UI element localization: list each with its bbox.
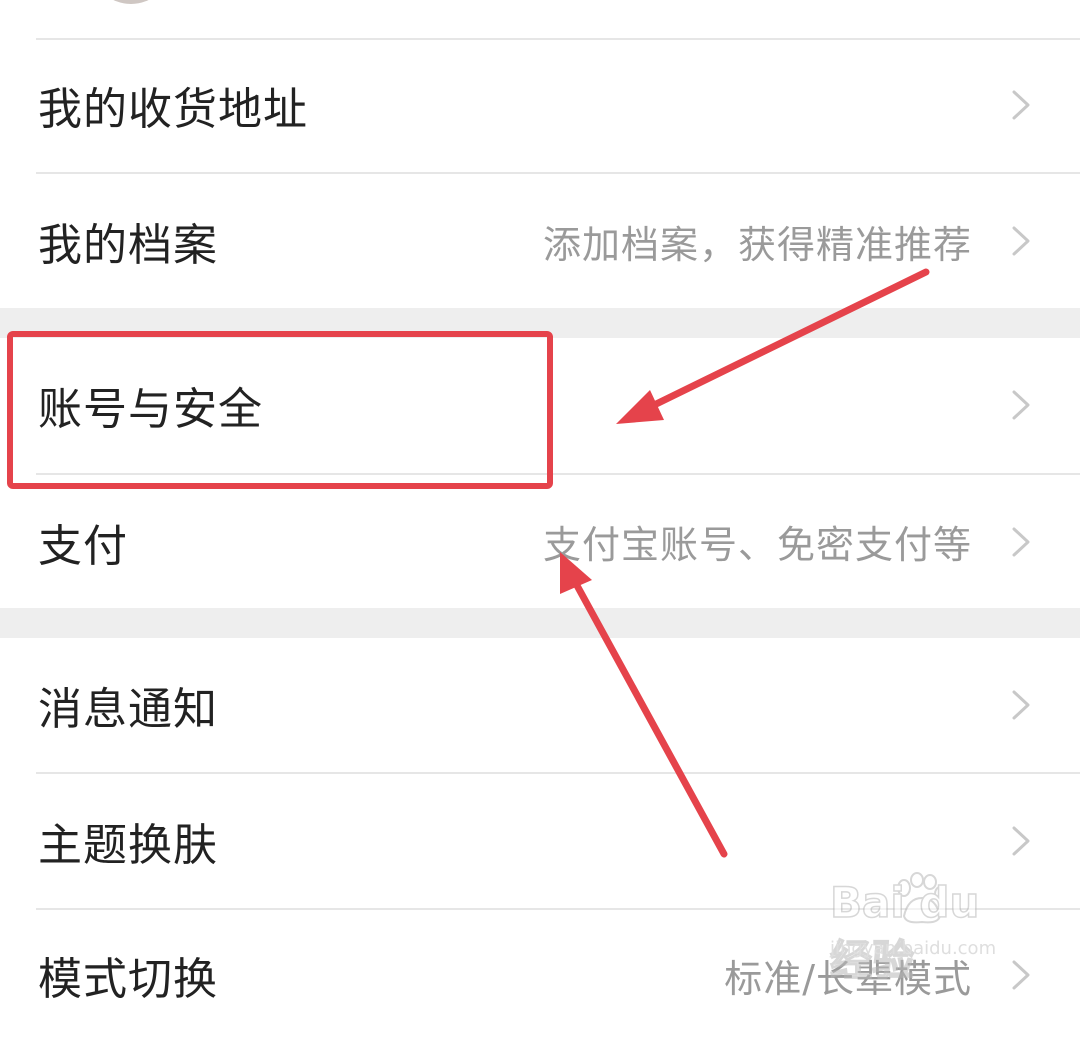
avatar-edge [92, 0, 170, 4]
settings-row-address[interactable]: 我的收货地址 [0, 40, 1080, 170]
settings-row-profile[interactable]: 我的档案 添加档案，获得精准推荐 [0, 174, 1080, 308]
settings-row-title: 支付 [38, 520, 128, 572]
settings-row-payment[interactable]: 支付 支付宝账号、免密支付等 [0, 475, 1080, 608]
chevron-right-icon [1012, 90, 1030, 120]
settings-row-account-security[interactable]: 账号与安全 [0, 338, 1080, 472]
chevron-right-icon [1012, 690, 1030, 720]
section-gap [0, 308, 1080, 338]
chevron-right-icon [1012, 226, 1030, 256]
chevron-right-icon [1012, 390, 1030, 420]
settings-row-title: 账号与安全 [38, 384, 263, 435]
settings-row-title: 主题换肤 [38, 820, 218, 871]
section-gap [0, 608, 1080, 638]
watermark: Bai du 经验 jingyan.baidu.com [829, 872, 1030, 986]
settings-row-title: 我的档案 [38, 220, 218, 271]
settings-row-subtitle: 支付宝账号、免密支付等 [542, 523, 972, 567]
settings-row-title: 消息通知 [38, 684, 218, 735]
settings-row-title: 我的收货地址 [38, 84, 308, 135]
settings-row-subtitle: 添加档案，获得精准推荐 [542, 222, 972, 267]
chevron-right-icon [1012, 527, 1030, 556]
settings-row-title: 模式切换 [38, 954, 218, 1005]
settings-row-notifications[interactable]: 消息通知 [0, 638, 1080, 772]
watermark-brand: Bai du 经验 [829, 877, 980, 986]
chevron-right-icon [1012, 826, 1030, 856]
watermark-url: jingyan.baidu.com [830, 938, 997, 959]
